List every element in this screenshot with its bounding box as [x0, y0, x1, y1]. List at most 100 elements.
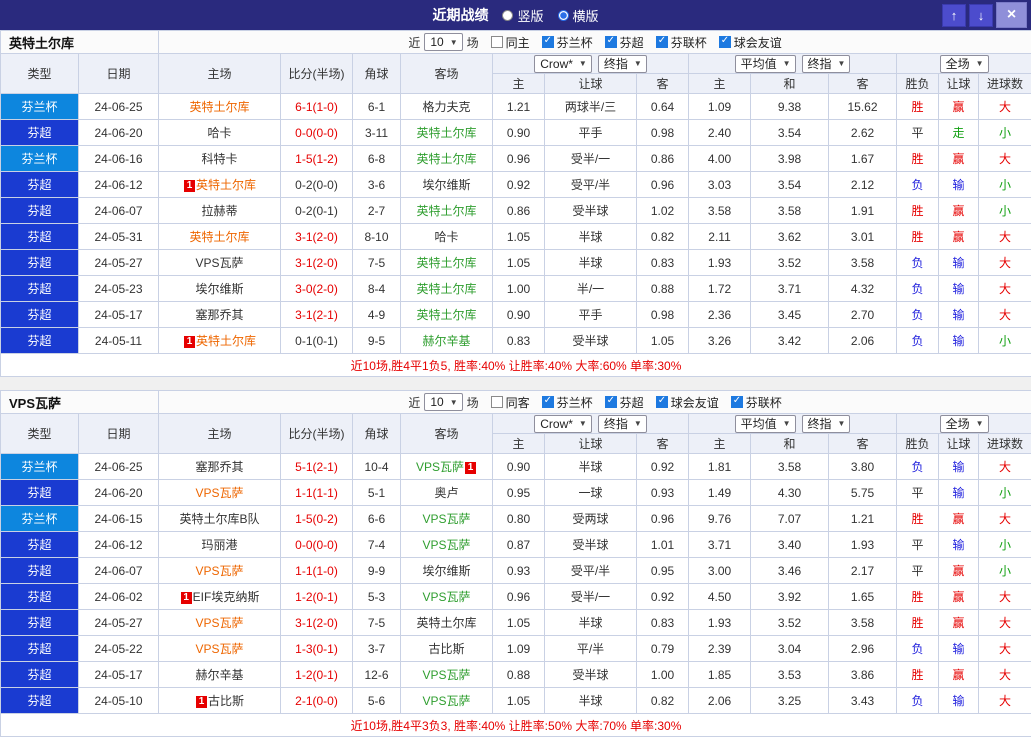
score-link[interactable]: 1-1(1-1): [281, 480, 353, 506]
score-link[interactable]: 2-1(0-0): [281, 688, 353, 714]
away-team-link[interactable]: VPS瓦萨: [401, 506, 493, 532]
close-button[interactable]: ×: [996, 2, 1027, 28]
radio-icon[interactable]: [558, 10, 569, 21]
scroll-down-button[interactable]: ↓: [969, 4, 993, 27]
checkbox-icon[interactable]: [731, 396, 743, 408]
away-team-link[interactable]: VPS瓦萨: [401, 662, 493, 688]
away-team-link[interactable]: 埃尔维斯: [401, 172, 493, 198]
avg-stage-select[interactable]: 终指▼: [802, 415, 851, 433]
score-link[interactable]: 1-5(1-2): [281, 146, 353, 172]
checkbox-icon[interactable]: [656, 396, 668, 408]
home-team-link[interactable]: VPS瓦萨: [159, 610, 281, 636]
match-count-select[interactable]: 10▼: [424, 393, 462, 411]
home-team-link[interactable]: 1英特土尔库: [159, 328, 281, 354]
score-link[interactable]: 3-1(2-0): [281, 224, 353, 250]
filter-competition-checkbox[interactable]: 芬超: [605, 34, 644, 51]
avg-select[interactable]: 平均值▼: [735, 55, 796, 73]
odds-stage-select[interactable]: 终指▼: [598, 415, 647, 433]
checkbox-icon[interactable]: [605, 36, 617, 48]
filter-competition-checkbox[interactable]: 球会友谊: [719, 34, 782, 51]
away-team-link[interactable]: 哈卡: [401, 224, 493, 250]
filter-competition-checkbox[interactable]: 芬联杯: [656, 34, 707, 51]
home-team-link[interactable]: 赫尔辛基: [159, 662, 281, 688]
away-team-link[interactable]: VPS瓦萨: [401, 532, 493, 558]
checkbox-icon[interactable]: [542, 36, 554, 48]
away-team-link[interactable]: 英特土尔库: [401, 198, 493, 224]
checkbox-icon[interactable]: [605, 396, 617, 408]
score-link[interactable]: 1-2(0-1): [281, 662, 353, 688]
score-link[interactable]: 0-2(0-0): [281, 172, 353, 198]
score-link[interactable]: 3-1(2-0): [281, 250, 353, 276]
filter-competition-checkbox[interactable]: 芬兰杯: [542, 34, 593, 51]
filter-competition-checkbox[interactable]: 芬兰杯: [542, 394, 593, 411]
away-team-link[interactable]: 英特土尔库: [401, 250, 493, 276]
home-team-link[interactable]: 科特卡: [159, 146, 281, 172]
score-link[interactable]: 3-0(2-0): [281, 276, 353, 302]
home-team-link[interactable]: VPS瓦萨: [159, 636, 281, 662]
home-team-link[interactable]: VPS瓦萨: [159, 558, 281, 584]
home-team-link[interactable]: 塞那乔其: [159, 454, 281, 480]
away-team-link[interactable]: VPS瓦萨: [401, 584, 493, 610]
home-team-link[interactable]: 埃尔维斯: [159, 276, 281, 302]
away-team-link[interactable]: 英特土尔库: [401, 146, 493, 172]
home-team-link[interactable]: 1EIF埃克纳斯: [159, 584, 281, 610]
filter-same-venue-checkbox[interactable]: 同客: [491, 394, 530, 411]
score-link[interactable]: 1-1(1-0): [281, 558, 353, 584]
home-team-link[interactable]: 哈卡: [159, 120, 281, 146]
checkbox-icon[interactable]: [542, 396, 554, 408]
home-team-link[interactable]: 英特土尔库: [159, 224, 281, 250]
home-team-link[interactable]: 1英特土尔库: [159, 172, 281, 198]
checkbox-icon[interactable]: [491, 36, 503, 48]
score-link[interactable]: 0-0(0-0): [281, 532, 353, 558]
checkbox-icon[interactable]: [491, 396, 503, 408]
away-team-link[interactable]: 古比斯: [401, 636, 493, 662]
away-team-link[interactable]: VPS瓦萨: [401, 688, 493, 714]
match-count-select[interactable]: 10▼: [424, 33, 462, 51]
score-link[interactable]: 3-1(2-1): [281, 302, 353, 328]
score-link[interactable]: 5-1(2-1): [281, 454, 353, 480]
score-link[interactable]: 6-1(1-0): [281, 94, 353, 120]
filter-same-venue-checkbox[interactable]: 同主: [491, 34, 530, 51]
away-team-link[interactable]: 赫尔辛基: [401, 328, 493, 354]
score-link[interactable]: 0-1(0-1): [281, 328, 353, 354]
home-team-link[interactable]: 拉赫蒂: [159, 198, 281, 224]
home-team-link[interactable]: 玛丽港: [159, 532, 281, 558]
home-team-link[interactable]: 英特土尔库: [159, 94, 281, 120]
home-team-link[interactable]: VPS瓦萨: [159, 480, 281, 506]
score-link[interactable]: 1-3(0-1): [281, 636, 353, 662]
score-link[interactable]: 1-5(0-2): [281, 506, 353, 532]
away-team-link[interactable]: 奥卢: [401, 480, 493, 506]
score-link[interactable]: 1-2(0-1): [281, 584, 353, 610]
away-team-link[interactable]: VPS瓦萨1: [401, 454, 493, 480]
odds-stage-select[interactable]: 终指▼: [598, 55, 647, 73]
away-team-link[interactable]: 英特土尔库: [401, 276, 493, 302]
layout-radio-vertical[interactable]: 竖版: [502, 6, 543, 25]
away-team-link[interactable]: 英特土尔库: [401, 610, 493, 636]
avg-stage-select[interactable]: 终指▼: [802, 55, 851, 73]
home-team-link[interactable]: VPS瓦萨: [159, 250, 281, 276]
bookmaker-select[interactable]: Crow*▼: [534, 55, 592, 73]
away-team-link[interactable]: 英特土尔库: [401, 120, 493, 146]
scroll-up-button[interactable]: ↑: [942, 4, 966, 27]
away-team-link[interactable]: 埃尔维斯: [401, 558, 493, 584]
radio-icon[interactable]: [502, 10, 513, 21]
home-team-link[interactable]: 英特土尔库B队: [159, 506, 281, 532]
score-link[interactable]: 3-1(2-0): [281, 610, 353, 636]
filter-competition-checkbox[interactable]: 芬联杯: [731, 394, 782, 411]
odds-away: 0.82: [637, 224, 689, 250]
bookmaker-select[interactable]: Crow*▼: [534, 415, 592, 433]
filter-competition-checkbox[interactable]: 芬超: [605, 394, 644, 411]
away-team-link[interactable]: 格力夫克: [401, 94, 493, 120]
home-team-link[interactable]: 塞那乔其: [159, 302, 281, 328]
layout-radio-horizontal[interactable]: 横版: [558, 6, 599, 25]
filter-competition-checkbox[interactable]: 球会友谊: [656, 394, 719, 411]
home-team-link[interactable]: 1古比斯: [159, 688, 281, 714]
score-link[interactable]: 0-2(0-1): [281, 198, 353, 224]
checkbox-icon[interactable]: [656, 36, 668, 48]
scope-select[interactable]: 全场▼: [940, 55, 989, 73]
avg-select[interactable]: 平均值▼: [735, 415, 796, 433]
score-link[interactable]: 0-0(0-0): [281, 120, 353, 146]
scope-select[interactable]: 全场▼: [940, 415, 989, 433]
away-team-link[interactable]: 英特土尔库: [401, 302, 493, 328]
checkbox-icon[interactable]: [719, 36, 731, 48]
